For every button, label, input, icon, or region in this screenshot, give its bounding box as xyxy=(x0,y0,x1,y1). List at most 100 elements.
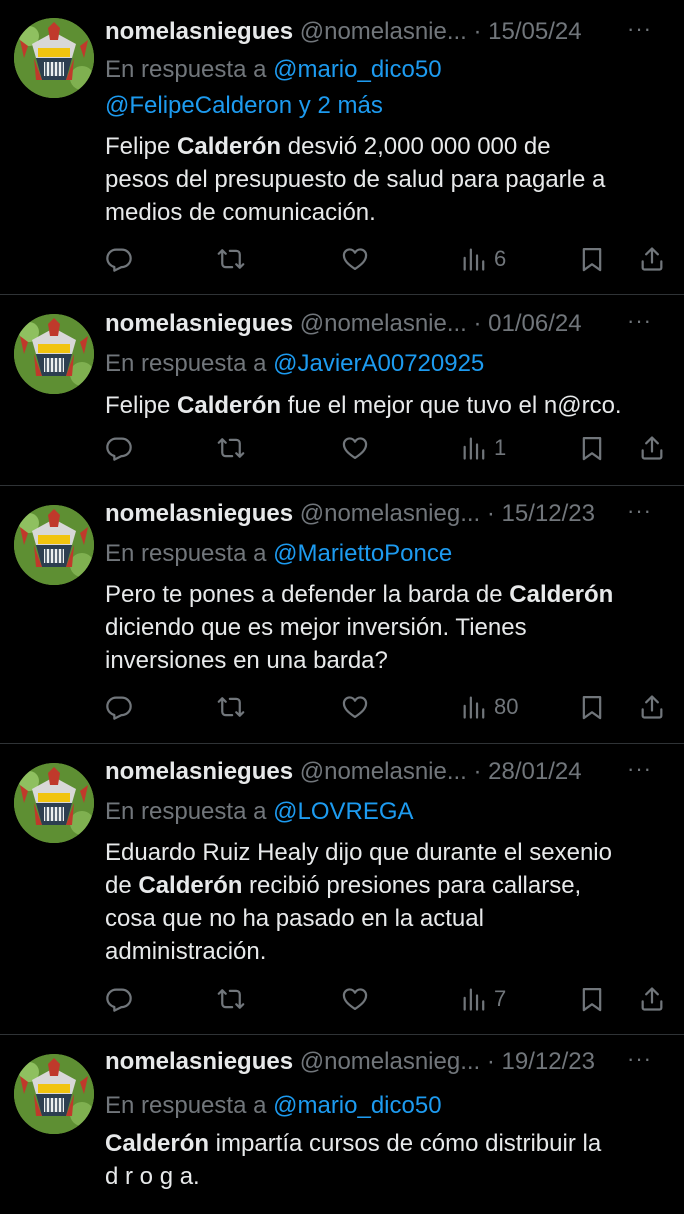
avatar[interactable] xyxy=(14,505,94,585)
bold-text: Calderón xyxy=(177,133,282,160)
heart-icon xyxy=(342,248,368,271)
retweet-icon xyxy=(217,989,245,1009)
tweet-date[interactable]: 19/12/23 xyxy=(502,1048,595,1075)
tweet-actions: 6 xyxy=(105,242,670,276)
reply-prefix: En respuesta a xyxy=(105,540,267,567)
avatar[interactable] xyxy=(14,18,94,98)
reply-mention-link[interactable]: @mario_dico50 xyxy=(273,1092,441,1119)
text-segment: inversiones en una barda? xyxy=(105,647,388,674)
tweet-date[interactable]: 15/12/23 xyxy=(502,500,595,527)
share-icon xyxy=(641,247,663,271)
text-segment: desvió 2,000 000 000 de xyxy=(281,133,551,160)
bookmark-button[interactable] xyxy=(578,690,606,724)
reply-context: En respuesta a @mario_dico50 xyxy=(105,1088,670,1124)
reply-mention-link[interactable]: @LOVREGA xyxy=(273,798,413,825)
reply-mention-link[interactable]: @FelipeCalderon xyxy=(105,92,292,119)
tweet-text-line: Felipe Calderón desvió 2,000 000 000 de xyxy=(105,130,670,163)
views-count: 6 xyxy=(494,246,507,271)
text-segment: Felipe xyxy=(105,392,178,419)
display-name[interactable]: nomelasniegues xyxy=(105,18,293,45)
bookmark-icon xyxy=(582,247,602,272)
bookmark-button[interactable] xyxy=(578,242,606,276)
like-button[interactable] xyxy=(341,431,369,465)
user-handle[interactable]: @nomelasnie... xyxy=(300,310,467,337)
more-options-icon[interactable]: ··· xyxy=(627,498,652,524)
display-name[interactable]: nomelasniegues xyxy=(105,310,293,337)
tweet-actions: 7 xyxy=(105,982,670,1016)
like-button[interactable] xyxy=(341,242,369,276)
reply-button[interactable] xyxy=(105,982,133,1016)
reply-context-more: @FelipeCalderon y 2 más xyxy=(105,88,670,124)
reply-icon xyxy=(106,437,132,461)
tweet-text-line: d r o g a. xyxy=(105,1160,670,1193)
user-handle[interactable]: @nomelasnieg... xyxy=(300,500,480,527)
reply-prefix: En respuesta a xyxy=(105,798,267,825)
tweet-header: nomelasniegues @nomelasnie... · 01/06/24… xyxy=(105,308,670,346)
bookmark-button[interactable] xyxy=(578,431,606,465)
user-handle[interactable]: @nomelasnie... xyxy=(300,758,467,785)
tweet-header: nomelasniegues @nomelasnieg... · 19/12/2… xyxy=(105,1046,670,1084)
text-segment: Pero te pones a defender la barda de xyxy=(105,581,510,608)
like-button[interactable] xyxy=(341,690,369,724)
share-button[interactable] xyxy=(638,242,666,276)
like-button[interactable] xyxy=(341,982,369,1016)
heart-icon xyxy=(342,988,368,1011)
retweet-button[interactable] xyxy=(217,431,245,465)
reply-context: En respuesta a @mario_dico50 xyxy=(105,52,670,88)
tweet-text-line: cosa que no ha pasado en la actual xyxy=(105,902,670,935)
display-name[interactable]: nomelasniegues xyxy=(105,500,293,527)
avatar[interactable] xyxy=(14,1054,94,1134)
heart-icon xyxy=(342,437,368,460)
retweet-button[interactable] xyxy=(217,690,245,724)
bookmark-icon xyxy=(582,987,602,1012)
reply-prefix: En respuesta a xyxy=(105,1092,267,1119)
tweet-text: Felipe Calderón fue el mejor que tuvo el… xyxy=(105,389,670,422)
display-name[interactable]: nomelasniegues xyxy=(105,1048,293,1075)
display-name[interactable]: nomelasniegues xyxy=(105,758,293,785)
tweet-date[interactable]: 15/05/24 xyxy=(488,18,581,45)
avatar[interactable] xyxy=(14,314,94,394)
share-button[interactable] xyxy=(638,690,666,724)
tweet-date[interactable]: 01/06/24 xyxy=(488,310,581,337)
bold-text: Calderón xyxy=(105,1130,210,1157)
reply-button[interactable] xyxy=(105,242,133,276)
text-segment: impartía cursos de cómo distribuir la xyxy=(209,1130,602,1157)
retweet-button[interactable] xyxy=(217,242,245,276)
tweet-actions: 80 xyxy=(105,690,670,724)
views-button[interactable]: 1 xyxy=(460,431,506,465)
tweet-text-line: diciendo que es mejor inversión. Tienes xyxy=(105,611,670,644)
views-button[interactable]: 7 xyxy=(460,982,506,1016)
analytics-icon xyxy=(463,248,485,271)
retweet-button[interactable] xyxy=(217,982,245,1016)
reply-button[interactable] xyxy=(105,431,133,465)
reply-others-link[interactable]: y 2 más xyxy=(292,92,383,119)
more-options-icon[interactable]: ··· xyxy=(627,756,652,782)
text-segment: d r o g a. xyxy=(105,1163,200,1190)
tweet-text: Felipe Calderón desvió 2,000 000 000 de p… xyxy=(105,130,670,229)
more-options-icon[interactable]: ··· xyxy=(627,308,652,334)
reply-mention-link[interactable]: @MariettoPonce xyxy=(273,540,452,567)
views-button[interactable]: 6 xyxy=(460,242,506,276)
views-button[interactable]: 80 xyxy=(460,690,518,724)
bold-text: Calderón xyxy=(509,581,614,608)
tweet-header: nomelasniegues @nomelasnieg... · 15/12/2… xyxy=(105,498,670,536)
more-options-icon[interactable]: ··· xyxy=(627,16,652,42)
reply-context: En respuesta a @MariettoPonce xyxy=(105,536,670,572)
user-handle[interactable]: @nomelasnie... xyxy=(300,18,467,45)
reply-prefix: En respuesta a xyxy=(105,56,267,83)
reply-mention-link[interactable]: @mario_dico50 xyxy=(273,56,441,83)
tweet-date[interactable]: 28/01/24 xyxy=(488,758,581,785)
user-handle[interactable]: @nomelasnieg... xyxy=(300,1048,480,1075)
reply-button[interactable] xyxy=(105,690,133,724)
avatar[interactable] xyxy=(14,763,94,843)
share-button[interactable] xyxy=(638,982,666,1016)
more-options-icon[interactable]: ··· xyxy=(627,1046,652,1072)
bold-text: Calderón xyxy=(138,872,243,899)
share-button[interactable] xyxy=(638,431,666,465)
tweet-text-line: Felipe Calderón fue el mejor que tuvo el… xyxy=(105,389,670,422)
text-segment: Eduardo Ruiz Healy dijo que durante el s… xyxy=(105,839,612,866)
reply-prefix: En respuesta a xyxy=(105,350,267,377)
bookmark-button[interactable] xyxy=(578,982,606,1016)
tweet-text-line: de Calderón recibió presiones para calla… xyxy=(105,869,670,902)
reply-mention-link[interactable]: @JavierA00720925 xyxy=(273,350,484,377)
